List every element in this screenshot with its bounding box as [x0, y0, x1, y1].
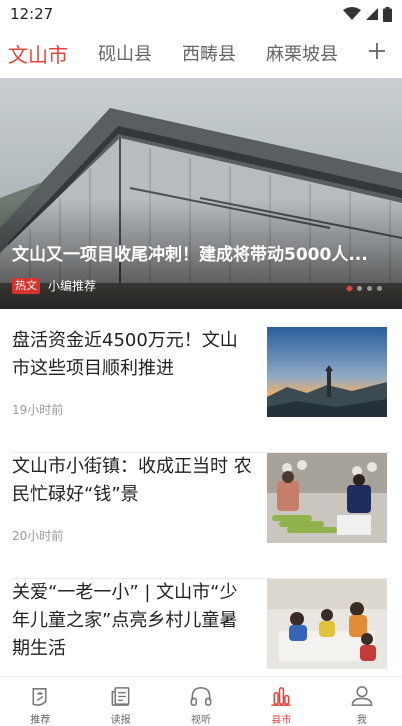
news-title: 盘活资金近4500万元！文山市这些项目顺利推进	[12, 330, 238, 379]
news-item-3[interactable]: 关爱“一老一小” | 文山市“少年儿童之家”点亮乡村儿童暑期生活	[0, 579, 402, 676]
tab-yanshan[interactable]: 砚山县	[98, 40, 152, 66]
wifi-icon	[343, 7, 361, 20]
news-thumbnail	[267, 579, 387, 669]
nav-profile[interactable]: 我	[322, 677, 402, 726]
carousel-dot-3[interactable]	[367, 286, 372, 291]
newspaper-icon	[111, 687, 130, 706]
bottom-nav: 推荐 读报 视听 县市 我	[0, 676, 402, 726]
news-thumbnail	[267, 453, 387, 543]
status-bar: 12:27	[0, 0, 402, 28]
channel-tabs: 文山市 砚山县 西畴县 麻栗坡县	[0, 28, 402, 78]
nav-label: 县市	[271, 715, 292, 726]
nav-audiovisual[interactable]: 视听	[161, 677, 241, 726]
nav-newspaper[interactable]: 读报	[80, 677, 160, 726]
plus-icon[interactable]	[366, 38, 388, 64]
county-chart-icon	[271, 687, 292, 706]
carousel-dots	[345, 284, 382, 293]
nav-label: 读报	[110, 715, 131, 726]
carousel-dot-1[interactable]	[345, 284, 354, 293]
hero-meta: 热文 小编推荐	[12, 277, 96, 294]
nav-recommend[interactable]: 推荐	[0, 677, 80, 726]
news-item-1[interactable]: 盘活资金近4500万元！文山市这些项目顺利推进 19小时前	[0, 327, 402, 453]
carousel-dot-4[interactable]	[377, 286, 382, 291]
tab-malipo[interactable]: 麻栗坡县	[266, 40, 338, 66]
nav-label: 视听	[191, 715, 212, 726]
news-time: 19小时前	[12, 403, 64, 417]
signal-icon	[366, 8, 378, 20]
nav-county[interactable]: 县市	[241, 677, 321, 726]
recommend-icon	[32, 688, 47, 706]
status-time: 12:27	[10, 5, 54, 23]
hero-title: 文山又一项目收尾冲刺！建成将带动5000人...	[12, 245, 368, 265]
news-title: 文山市小街镇：收成正当时 农民忙碌好“钱”景	[12, 456, 252, 505]
hero-banner[interactable]: 文山又一项目收尾冲刺！建成将带动5000人... 热文 小编推荐	[0, 78, 402, 309]
news-item-2[interactable]: 文山市小街镇：收成正当时 农民忙碌好“钱”景 20小时前	[0, 453, 402, 579]
news-thumbnail	[267, 327, 387, 417]
carousel-dot-2[interactable]	[357, 286, 362, 291]
nav-label: 推荐	[30, 715, 51, 726]
hot-badge: 热文	[12, 277, 40, 294]
news-time: 20小时前	[12, 529, 64, 543]
profile-icon	[351, 686, 373, 706]
tab-wenshan[interactable]: 文山市	[8, 39, 68, 68]
hero-source: 小编推荐	[48, 279, 97, 293]
headphones-icon	[190, 687, 212, 706]
status-icons	[343, 6, 392, 22]
news-title: 关爱“一老一小” | 文山市“少年儿童之家”点亮乡村儿童暑期生活	[12, 582, 238, 659]
tab-xichou[interactable]: 西畴县	[182, 40, 236, 66]
battery-icon	[383, 6, 392, 22]
nav-label: 我	[356, 715, 367, 726]
